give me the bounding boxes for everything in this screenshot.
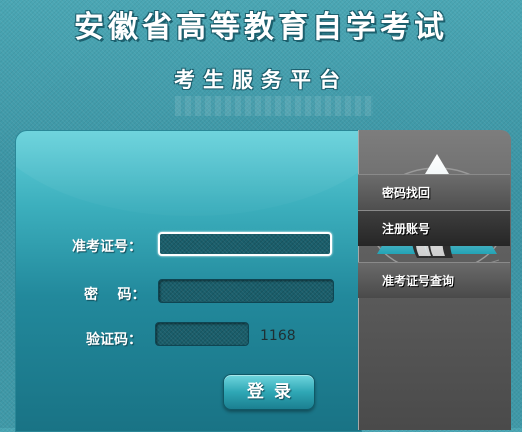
captcha-label: 验证码： bbox=[86, 332, 142, 348]
register-account-link[interactable]: 注册账号 bbox=[358, 210, 510, 246]
admission-number-lookup-link[interactable]: 准考证号查询 bbox=[358, 262, 510, 298]
panel-gloss bbox=[16, 131, 361, 216]
captcha-code[interactable]: 1168 bbox=[260, 328, 296, 344]
password-recovery-link[interactable]: 密码找回 bbox=[358, 174, 510, 210]
admission-number-input[interactable] bbox=[158, 232, 332, 256]
captcha-input[interactable] bbox=[155, 322, 249, 346]
login-button[interactable]: 登录 bbox=[223, 374, 315, 410]
faint-banner-strip bbox=[175, 96, 373, 116]
password-input[interactable] bbox=[158, 279, 334, 303]
admission-number-label: 准考证号： bbox=[72, 239, 142, 255]
password-label: 密 码： bbox=[84, 287, 146, 303]
site-subtitle: 考生服务平台 bbox=[174, 68, 348, 92]
site-title: 安徽省高等教育自学考试 bbox=[74, 10, 448, 45]
